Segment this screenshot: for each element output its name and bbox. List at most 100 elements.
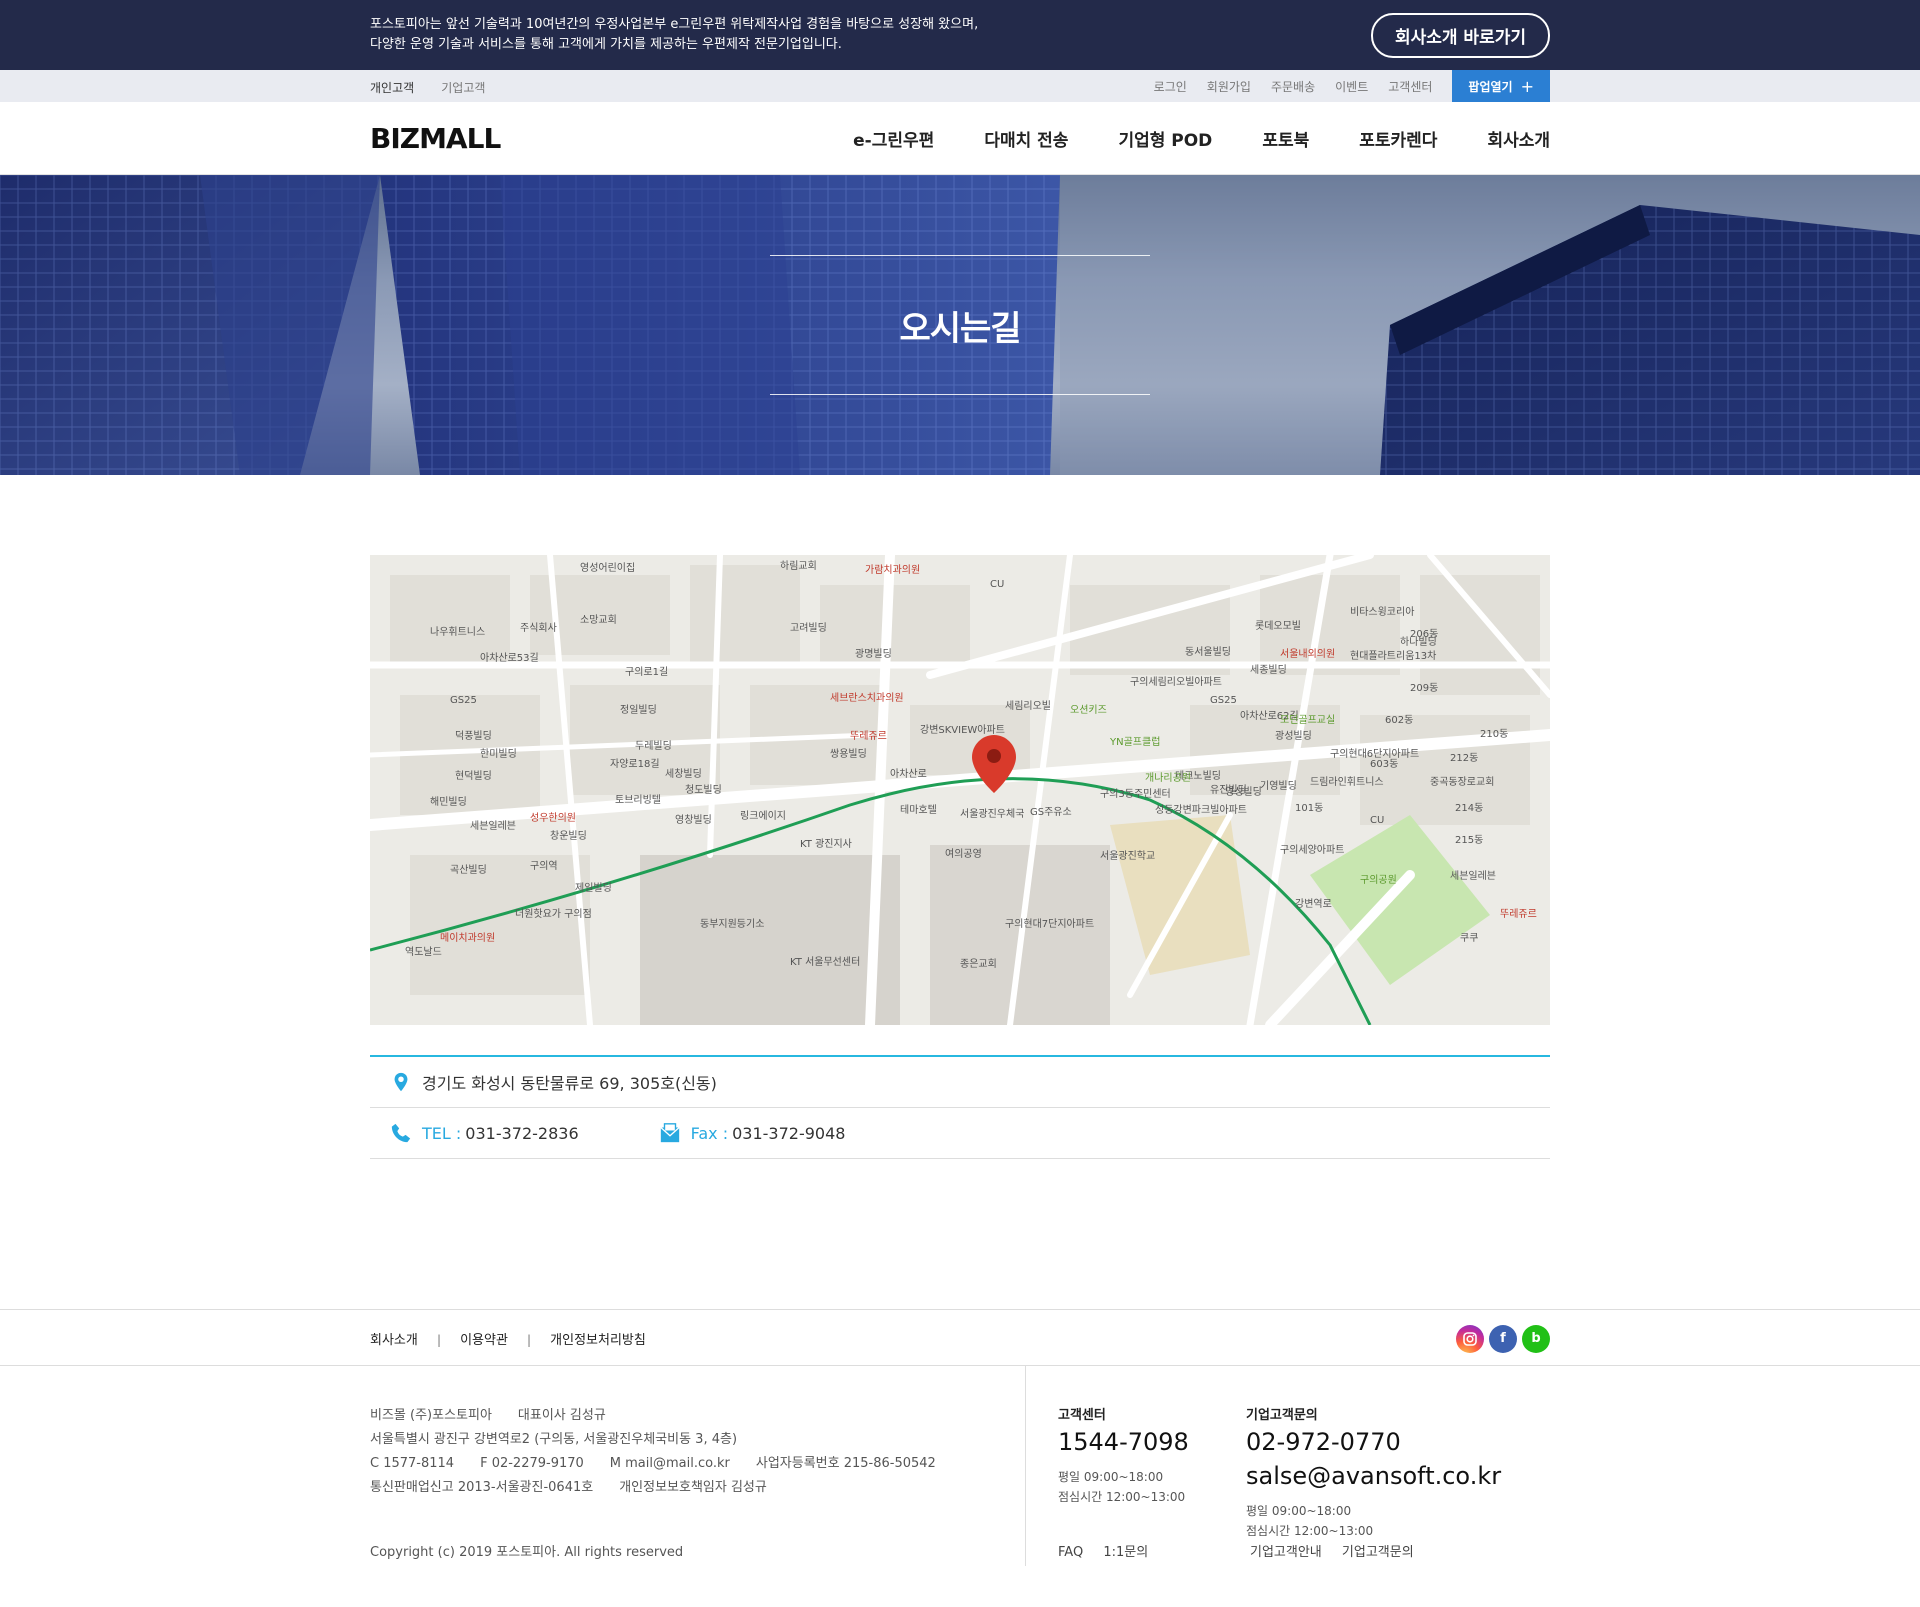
- map-label: CU: [1370, 815, 1385, 826]
- map-label: 덕풍빌딩: [455, 731, 492, 742]
- map-label: 구의세림리오빌아파트: [1130, 677, 1222, 688]
- map-label: 역도날드: [405, 947, 442, 958]
- sns-links: f b: [1451, 1324, 1550, 1353]
- footer-link-terms[interactable]: 이용약관: [460, 1333, 508, 1348]
- map-label: 청도빌딩: [685, 785, 722, 796]
- footer-link-company[interactable]: 회사소개: [370, 1333, 418, 1348]
- map-label: GS주유소: [1030, 807, 1072, 818]
- map-label: 한미빌딩: [480, 749, 517, 760]
- menu-business-pod[interactable]: 기업형 POD: [1118, 126, 1212, 151]
- map-label: KT 서울무선센터: [790, 957, 861, 968]
- map-label: 서울광진학교: [1100, 851, 1156, 862]
- map-label: 개나리공원: [1145, 773, 1191, 784]
- map-label: 주식회사: [520, 623, 557, 634]
- login-link[interactable]: 로그인: [1154, 78, 1187, 95]
- business-inquiry-lunch: 점심시간 12:00~13:00: [1246, 1524, 1374, 1538]
- map-label: 드림라인휘트니스: [1310, 777, 1384, 788]
- map-label: 현대플라트리움13차: [1350, 651, 1437, 662]
- map-label: 롯데오모빌: [1255, 621, 1301, 632]
- map-label: 구의현대7단지아파트: [1005, 919, 1095, 930]
- map-label: 링크에이지: [740, 811, 786, 822]
- business-inquiry-email[interactable]: salse@avansoft.co.kr: [1246, 1461, 1550, 1491]
- menu-e-green-mail[interactable]: e-그린우편: [853, 126, 934, 151]
- bizmall-logo[interactable]: BIZMALL: [370, 122, 501, 155]
- map-label: 쌍용빌딩: [830, 749, 867, 760]
- company-fax: F 02-2279-9170: [480, 1456, 584, 1471]
- map-label: 고려빌딩: [790, 623, 827, 634]
- tel-label: TEL :: [422, 1123, 462, 1143]
- tel-item: TEL : 031-372-2836: [390, 1122, 579, 1144]
- main-header: BIZMALL e-그린우편 다매치 전송 기업형 POD 포토북 포토카렌다 …: [0, 102, 1920, 175]
- map-label: 구의로1길: [625, 667, 669, 678]
- map-label: 제일빌딩: [575, 883, 612, 894]
- band-icon[interactable]: b: [1522, 1324, 1550, 1353]
- popup-open-button[interactable]: 팝업열기 +: [1452, 70, 1550, 102]
- fax-label: Fax :: [690, 1123, 729, 1143]
- faq-link[interactable]: FAQ: [1058, 1545, 1083, 1560]
- map-label: 기영빌딩: [1260, 781, 1297, 792]
- popup-open-label: 팝업열기: [1468, 79, 1513, 94]
- map-label: 215동: [1455, 835, 1484, 846]
- customer-center-lunch: 점심시간 12:00~13:00: [1058, 1490, 1186, 1504]
- map-label: 메이치과의원: [440, 933, 496, 944]
- map-label: 가람치과의원: [865, 565, 921, 576]
- map-label: 광명빌딩: [855, 649, 892, 660]
- footer-links: 회사소개 | 이용약관 | 개인정보처리방침: [370, 1329, 646, 1348]
- page-hero-banner: 오시는길: [0, 175, 1920, 475]
- business-guide-link[interactable]: 기업고객안내: [1250, 1545, 1322, 1560]
- tab-personal-customer[interactable]: 개인고객: [370, 81, 414, 95]
- customer-center-link[interactable]: 고객센터: [1388, 78, 1432, 95]
- footer-link-privacy[interactable]: 개인정보처리방침: [550, 1333, 646, 1348]
- map-label: 209동: [1410, 683, 1439, 694]
- map-label: 뚜레쥬르: [1500, 909, 1537, 920]
- notice-line-2: 다양한 운영 기술과 서비스를 통해 고객에게 가치를 제공하는 우편제작 전문…: [370, 37, 842, 52]
- address-text: 경기도 화성시 동탄물류로 69, 305호(신동): [422, 1074, 717, 1093]
- top-notice-bar: 포스토피아는 앞선 기술력과 10여년간의 우정사업본부 e그린우편 위탁제작사…: [0, 0, 1920, 70]
- fax-value: 031-372-9048: [732, 1123, 846, 1143]
- footer-main: 비즈몰 (주)포스토피아 대표이사 김성규 서울특별시 광진구 강변역로2 (구의…: [0, 1366, 1920, 1566]
- map-label: 강변역로: [1295, 899, 1332, 910]
- contact-row: TEL : 031-372-2836 Fax : 031-372-9048: [370, 1108, 1550, 1159]
- map-label: 종은교회: [960, 959, 997, 970]
- map-label: 하림교회: [780, 561, 817, 572]
- map-label: 영성어린이집: [580, 563, 636, 574]
- company-ecommerce-license: 통신판매업신고 2013-서울광진-0641호: [370, 1480, 594, 1495]
- customer-center-hours: 평일 09:00~18:00: [1058, 1470, 1164, 1484]
- main-menu: e-그린우편 다매치 전송 기업형 POD 포토북 포토카렌다 회사소개: [803, 126, 1550, 151]
- map-label: CU: [990, 579, 1005, 590]
- fax-icon: [659, 1123, 680, 1143]
- one-to-one-link[interactable]: 1:1문의: [1103, 1545, 1148, 1560]
- instagram-icon[interactable]: [1456, 1324, 1484, 1353]
- map-label: 오션키즈: [1070, 705, 1107, 716]
- map-label: 소망교회: [580, 615, 617, 626]
- tab-business-customer[interactable]: 기업고객: [441, 81, 485, 95]
- map-label: 모던골프교실: [1280, 715, 1336, 726]
- map-label: 구의공원: [1360, 875, 1397, 886]
- order-delivery-link[interactable]: 주문배송: [1271, 78, 1315, 95]
- menu-photo-calendar[interactable]: 포토카렌다: [1359, 126, 1437, 151]
- plus-icon: +: [1520, 76, 1534, 96]
- menu-photobook[interactable]: 포토북: [1262, 126, 1309, 151]
- company-intro-button[interactable]: 회사소개 바로가기: [1370, 12, 1550, 58]
- event-link[interactable]: 이벤트: [1335, 78, 1368, 95]
- business-inquiry-link[interactable]: 기업고객문의: [1342, 1545, 1414, 1560]
- map-label: 해민빌딩: [430, 797, 467, 808]
- map-label: 세븐일레븐: [1450, 871, 1496, 882]
- location-map[interactable]: 영성어린이집 하림교회 가람치과의원 CU 나우휘트니스 주식회사 소망교회 아차산로53길 구…: [370, 555, 1550, 1025]
- tel-value: 031-372-2836: [465, 1123, 579, 1143]
- menu-multi-send[interactable]: 다매치 전송: [984, 126, 1068, 151]
- signup-link[interactable]: 회원가입: [1207, 78, 1251, 95]
- business-inquiry-hours: 평일 09:00~18:00: [1246, 1504, 1352, 1518]
- facebook-icon[interactable]: f: [1489, 1324, 1517, 1353]
- map-label: KT 광진지사: [800, 839, 852, 850]
- menu-company-intro[interactable]: 회사소개: [1487, 126, 1550, 151]
- phone-icon: [391, 1123, 411, 1143]
- map-label: 정일빌딩: [620, 705, 657, 716]
- map-label: 210동: [1480, 729, 1509, 740]
- map-label: 현덕빌딩: [455, 771, 492, 782]
- map-label: 토브리빙텔: [615, 795, 661, 806]
- map-label: 구의세양아파트: [1280, 845, 1345, 856]
- map-label: 강변SKVIEW아파트: [920, 725, 1005, 736]
- map-label: 두레빌딩: [635, 741, 672, 752]
- company-biz-number: 사업자등록번호 215-86-50542: [755, 1456, 936, 1471]
